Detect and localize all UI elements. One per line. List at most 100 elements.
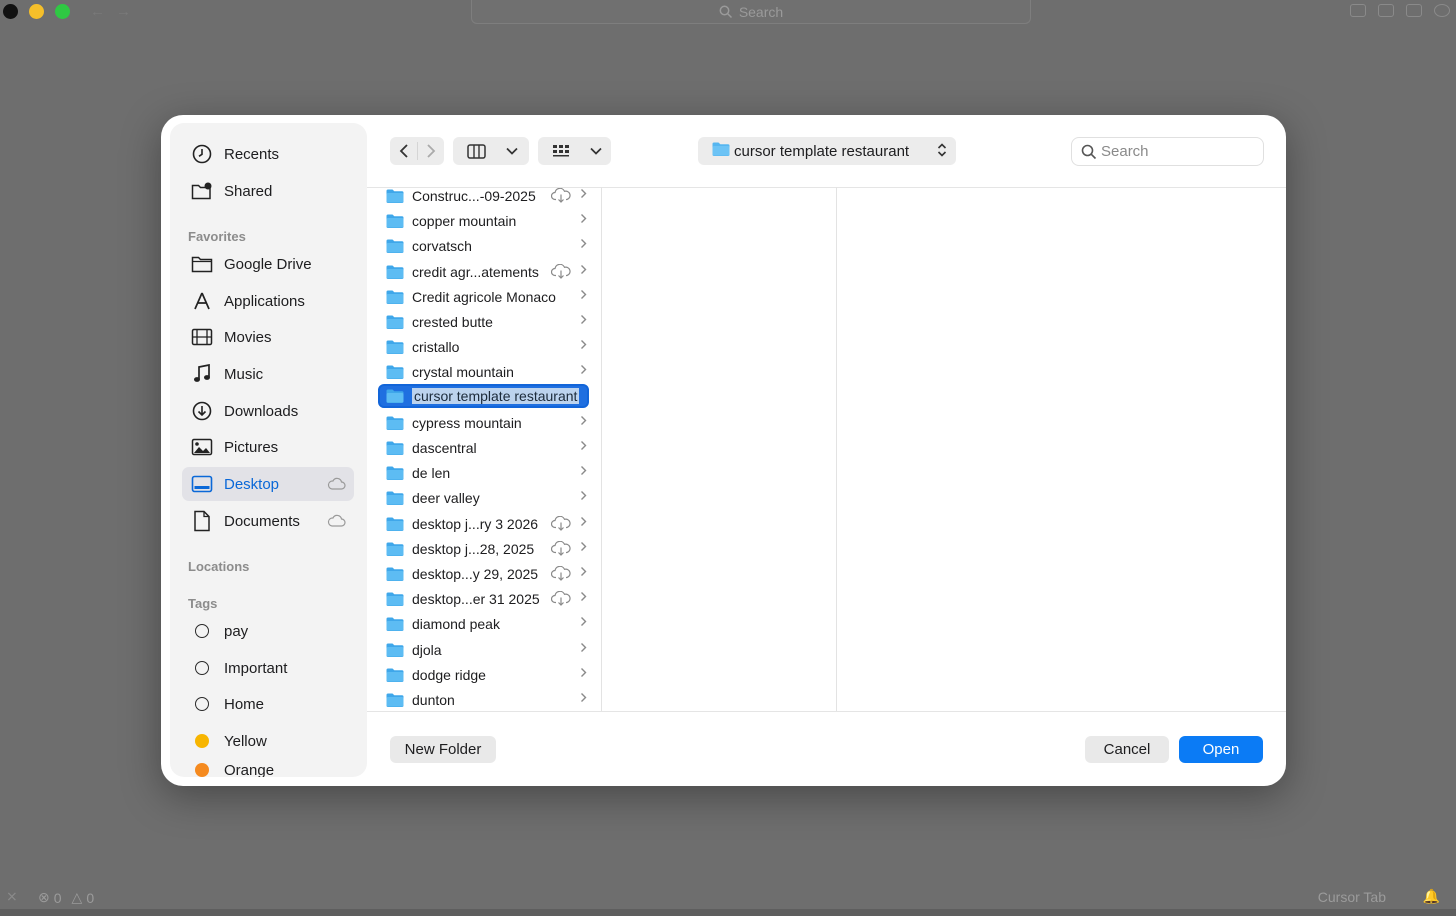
file-name: dodge ridge: [412, 666, 486, 683]
folder-icon: [712, 142, 730, 160]
sidebar-item-documents[interactable]: Documents: [182, 504, 354, 538]
toggle-sidebar-icon[interactable]: [1350, 4, 1366, 17]
maximize-window-button[interactable]: [55, 4, 70, 19]
icloud-download-icon[interactable]: [550, 590, 571, 609]
icloud-download-icon[interactable]: [550, 187, 571, 206]
sidebar-item-recents[interactable]: Recents: [182, 137, 354, 171]
sidebar-item-shared[interactable]: Shared: [182, 174, 354, 208]
file-row[interactable]: corvatsch: [374, 234, 599, 258]
forward-arrow-icon[interactable]: →: [116, 3, 131, 20]
sidebar-item-movies[interactable]: Movies: [182, 320, 354, 354]
file-row[interactable]: de len: [374, 461, 599, 485]
file-name: credit agr...atements: [412, 263, 539, 280]
folder-icon: [386, 315, 404, 329]
icloud-download-icon[interactable]: [550, 565, 571, 584]
tag-circle-icon: [195, 624, 209, 638]
command-search-placeholder: Search: [738, 3, 784, 20]
file-row[interactable]: crystal mountain: [374, 360, 599, 384]
sidebar-tag-home[interactable]: Home: [182, 687, 354, 721]
warning-count: 0: [86, 889, 95, 906]
sidebar-item-music[interactable]: Music: [182, 357, 354, 391]
tags-heading: Tags: [188, 596, 218, 611]
file-row[interactable]: desktop j...28, 2025: [374, 537, 599, 561]
folder-icon: [386, 441, 404, 455]
location-popup[interactable]: cursor template restaurant: [698, 137, 956, 165]
bell-icon[interactable]: 🔔: [1423, 888, 1440, 905]
new-folder-button[interactable]: New Folder: [390, 736, 496, 763]
folder-icon: [386, 643, 404, 657]
icloud-download-icon[interactable]: [550, 515, 571, 534]
file-name: desktop j...ry 3 2026: [412, 515, 539, 532]
view-mode-menu[interactable]: [453, 137, 529, 165]
group-by-menu[interactable]: [538, 137, 611, 165]
toggle-secondary-sidebar-icon[interactable]: [1406, 4, 1422, 17]
forward-button[interactable]: [418, 137, 444, 165]
file-row[interactable]: cristallo: [374, 335, 599, 359]
search-input[interactable]: Search: [1071, 137, 1264, 166]
sidebar-item-desktop[interactable]: Desktop: [182, 467, 354, 501]
file-row[interactable]: crested butte: [374, 310, 599, 334]
folder-icon: [386, 340, 404, 355]
file-row[interactable]: Credit agricole Monaco: [374, 285, 599, 309]
folder-icon: [386, 668, 404, 682]
column-divider[interactable]: [601, 187, 602, 711]
column-divider[interactable]: [836, 187, 837, 711]
sidebar-tag-orange[interactable]: Orange: [182, 753, 354, 777]
file-row[interactable]: Construc...-09-2025: [374, 184, 599, 208]
settings-icon[interactable]: [1434, 4, 1450, 17]
chevron-right-icon: [580, 616, 587, 630]
sidebar-tag-important[interactable]: Important: [182, 651, 354, 685]
toggle-panel-icon[interactable]: [1378, 4, 1394, 17]
back-arrow-icon[interactable]: ←: [90, 3, 105, 20]
sidebar-item-label: Music: [224, 365, 264, 383]
folder-icon: [386, 389, 404, 403]
remote-icon[interactable]: ⨯: [6, 888, 18, 905]
file-name: deer valley: [412, 490, 480, 507]
close-window-button[interactable]: [3, 4, 18, 19]
sidebar-item-google-drive[interactable]: Google Drive: [182, 247, 354, 281]
sidebar-item-downloads[interactable]: Downloads: [182, 394, 354, 428]
sidebar-item-pictures[interactable]: Pictures: [182, 430, 354, 464]
chevron-right-icon: [580, 188, 587, 202]
sidebar-item-label: Home: [224, 695, 265, 713]
file-row-selected[interactable]: cursor template restaurant: [378, 383, 589, 408]
music-note-icon: [191, 363, 213, 385]
chevron-right-icon: [580, 591, 587, 605]
sidebar-item-applications[interactable]: Applications: [182, 284, 354, 318]
command-search-bar[interactable]: Search: [471, 0, 1031, 24]
folder-icon: [386, 265, 404, 279]
cancel-button[interactable]: Cancel: [1085, 736, 1169, 763]
chevron-right-icon: [580, 264, 587, 278]
file-row[interactable]: dodge ridge: [374, 663, 599, 687]
folder-icon: [386, 416, 404, 430]
open-button[interactable]: Open: [1179, 736, 1263, 763]
film-icon: [191, 326, 213, 348]
location-popup-label: cursor template restaurant: [734, 142, 910, 160]
file-row[interactable]: credit agr...atements: [374, 260, 599, 284]
file-row[interactable]: desktop...y 29, 2025: [374, 562, 599, 586]
file-row[interactable]: desktop...er 31 2025: [374, 587, 599, 611]
chevron-right-icon: [580, 440, 587, 454]
file-name: desktop j...28, 2025: [412, 540, 535, 557]
minimize-window-button[interactable]: [29, 4, 44, 19]
back-button[interactable]: [390, 137, 417, 165]
search-icon: [719, 5, 732, 18]
sidebar-tag-pay[interactable]: pay: [182, 614, 354, 648]
icloud-download-icon[interactable]: [550, 540, 571, 559]
footer-divider: [367, 711, 1286, 712]
folder-icon: [191, 253, 213, 275]
file-row[interactable]: desktop j...ry 3 2026: [374, 512, 599, 536]
cursor-tab-status[interactable]: Cursor Tab: [1318, 889, 1386, 905]
file-column[interactable]: Construc...-09-2025 copper mountain corvat…: [374, 182, 601, 711]
sidebar-item-label: Shared: [224, 182, 273, 200]
file-row[interactable]: djola: [374, 638, 599, 662]
file-row[interactable]: deer valley: [374, 486, 599, 510]
file-row[interactable]: diamond peak: [374, 612, 599, 636]
file-row[interactable]: dunton: [374, 688, 599, 711]
file-row[interactable]: dascentral: [374, 436, 599, 460]
file-row[interactable]: cypress mountain: [374, 411, 599, 435]
problems-indicator[interactable]: ⊗ 0 △ 0: [38, 889, 94, 906]
file-name: diamond peak: [412, 616, 500, 633]
file-row[interactable]: copper mountain: [374, 209, 599, 233]
icloud-download-icon[interactable]: [550, 263, 571, 282]
